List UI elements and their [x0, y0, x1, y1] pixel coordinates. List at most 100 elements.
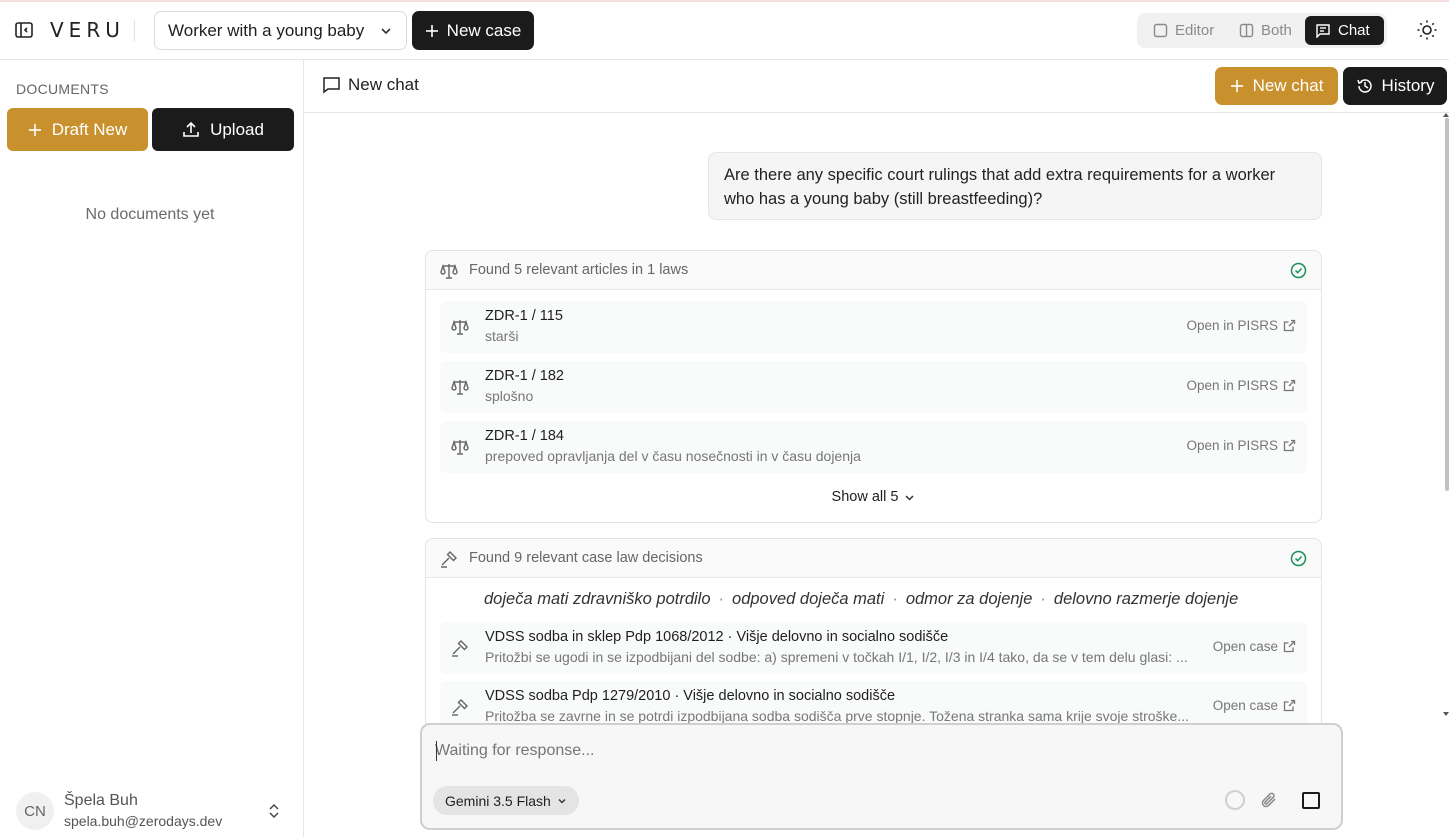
case-selector-label: Worker with a young baby	[168, 20, 365, 40]
avatar: CN	[16, 792, 54, 830]
open-case-label: Open case	[1212, 639, 1278, 654]
case-title: VDSS sodba Pdp 1279/2010 · Višje delovno…	[485, 688, 896, 704]
external-link-icon	[1283, 379, 1296, 392]
law-title: ZDR-1 / 115	[485, 308, 563, 324]
history-button[interactable]: History	[1343, 67, 1447, 105]
law-subtitle: starši	[485, 328, 519, 344]
documents-title: DOCUMENTS	[16, 81, 109, 97]
scroll-down-arrow[interactable]	[1443, 712, 1449, 716]
sun-icon[interactable]	[1416, 19, 1438, 41]
view-toggle: Editor Both Chat	[1137, 13, 1387, 48]
stop-generation-button[interactable]	[1302, 792, 1320, 809]
plus-icon	[28, 123, 41, 136]
open-in-pisrs-label: Open in PISRS	[1186, 318, 1278, 333]
search-query: odpoved doječa mati	[732, 590, 885, 608]
view-both-button[interactable]: Both	[1229, 16, 1302, 45]
chat-title: New chat	[322, 75, 419, 95]
laws-card-title: Found 5 relevant articles in 1 laws	[469, 262, 689, 278]
user-email: spela.buh@zerodays.dev	[64, 813, 223, 829]
scale-icon	[451, 319, 469, 335]
check-circle-icon	[1290, 550, 1307, 567]
user-menu[interactable]: CN Špela Buh spela.buh@zerodays.dev	[16, 790, 296, 832]
scrollbar-thumb[interactable]	[1445, 118, 1449, 491]
case-summary: Pritožba se zavrne in se potrdi izpodbij…	[485, 708, 1189, 724]
message-square-icon	[323, 77, 340, 94]
top-bar: VERU Worker with a young baby New case E…	[0, 2, 1449, 60]
separator: ·	[718, 590, 725, 608]
chat-title-text: New chat	[348, 75, 419, 94]
draft-new-button[interactable]: Draft New	[7, 108, 148, 151]
scale-icon	[451, 379, 469, 395]
open-in-pisrs-link[interactable]: Open in PISRS	[1186, 438, 1296, 453]
documents-sidebar: DOCUMENTS Draft New Upload No documents …	[0, 60, 304, 837]
user-message: Are there any specific court rulings tha…	[708, 152, 1322, 220]
laws-results-card: Found 5 relevant articles in 1 laws ZDR-…	[425, 250, 1322, 523]
square-icon	[1153, 23, 1168, 38]
paperclip-icon[interactable]	[1259, 789, 1281, 811]
search-query: odmor za dojenje	[905, 590, 1033, 608]
open-in-pisrs-label: Open in PISRS	[1186, 378, 1278, 393]
new-case-label: New case	[446, 20, 522, 40]
text-caret	[436, 741, 437, 761]
new-chat-button[interactable]: New chat	[1215, 67, 1338, 105]
scale-icon	[440, 263, 458, 279]
view-editor-button[interactable]: Editor	[1143, 16, 1224, 45]
laws-card-header[interactable]: Found 5 relevant articles in 1 laws	[426, 251, 1321, 290]
case-row: VDSS sodba in sklep Pdp 1068/2012 · Višj…	[440, 622, 1307, 674]
search-query: delovno razmerje dojenje	[1053, 590, 1239, 608]
open-case-link[interactable]: Open case	[1213, 698, 1296, 713]
check-circle-icon	[1290, 262, 1307, 279]
view-chat-label: Chat	[1338, 22, 1370, 39]
chevrons-up-down-icon	[269, 803, 279, 819]
columns-icon	[1239, 23, 1254, 38]
open-case-link[interactable]: Open case	[1213, 639, 1296, 654]
gavel-icon	[452, 699, 468, 716]
draft-new-label: Draft New	[51, 119, 128, 139]
show-all-button[interactable]: Show all 5	[426, 489, 1321, 505]
chevron-down-icon	[558, 798, 566, 803]
external-link-icon	[1283, 319, 1296, 332]
law-title: ZDR-1 / 182	[485, 368, 564, 384]
chevron-down-icon	[905, 494, 914, 501]
law-title: ZDR-1 / 184	[485, 428, 564, 444]
loading-spinner-icon	[1225, 790, 1245, 810]
show-all-label: Show all 5	[831, 489, 899, 505]
empty-documents-text: No documents yet	[85, 206, 215, 223]
history-icon	[1356, 79, 1372, 93]
model-selector[interactable]: Gemini 3.5 Flash	[433, 786, 579, 815]
message-composer: Gemini 3.5 Flash	[420, 723, 1343, 830]
open-in-pisrs-link[interactable]: Open in PISRS	[1186, 378, 1296, 393]
scroll-up-arrow[interactable]	[1443, 113, 1449, 117]
cases-card-header[interactable]: Found 9 relevant case law decisions	[426, 539, 1321, 578]
message-square-icon	[1316, 24, 1330, 38]
scale-icon	[451, 439, 469, 455]
new-case-button[interactable]: New case	[412, 11, 534, 50]
chevron-down-icon	[381, 28, 391, 35]
history-label: History	[1381, 76, 1435, 95]
divider	[134, 20, 135, 42]
external-link-icon	[1283, 640, 1296, 653]
case-title: VDSS sodba in sklep Pdp 1068/2012 · Višj…	[485, 629, 949, 645]
gavel-icon	[452, 640, 468, 657]
gavel-icon	[441, 551, 457, 568]
open-in-pisrs-link[interactable]: Open in PISRS	[1186, 318, 1296, 333]
search-query: doječa mati zdravniško potrdilo	[484, 590, 711, 608]
app-logo: VERU	[50, 18, 125, 42]
sidebar-toggle-icon[interactable]	[14, 20, 34, 40]
cases-card-title: Found 9 relevant case law decisions	[469, 550, 703, 566]
model-selector-label: Gemini 3.5 Flash	[445, 792, 551, 809]
external-link-icon	[1283, 699, 1296, 712]
open-in-pisrs-label: Open in PISRS	[1186, 438, 1278, 453]
search-queries: doječa mati zdravniško potrdilo · odpoved …	[484, 590, 1238, 609]
new-chat-label: New chat	[1252, 76, 1324, 95]
upload-button[interactable]: Upload	[152, 108, 294, 151]
law-row: ZDR-1 / 182 splošno Open in PISRS	[440, 361, 1307, 413]
upload-label: Upload	[210, 119, 264, 139]
law-subtitle: splošno	[485, 388, 534, 404]
case-selector[interactable]: Worker with a young baby	[154, 11, 407, 50]
view-chat-button[interactable]: Chat	[1305, 16, 1384, 45]
message-input[interactable]	[435, 739, 1315, 763]
separator: ·	[892, 590, 898, 608]
case-summary: Pritožbi se ugodi in se izpodbijani del …	[485, 649, 1188, 665]
case-law-results-card: Found 9 relevant case law decisions doje…	[425, 538, 1322, 738]
